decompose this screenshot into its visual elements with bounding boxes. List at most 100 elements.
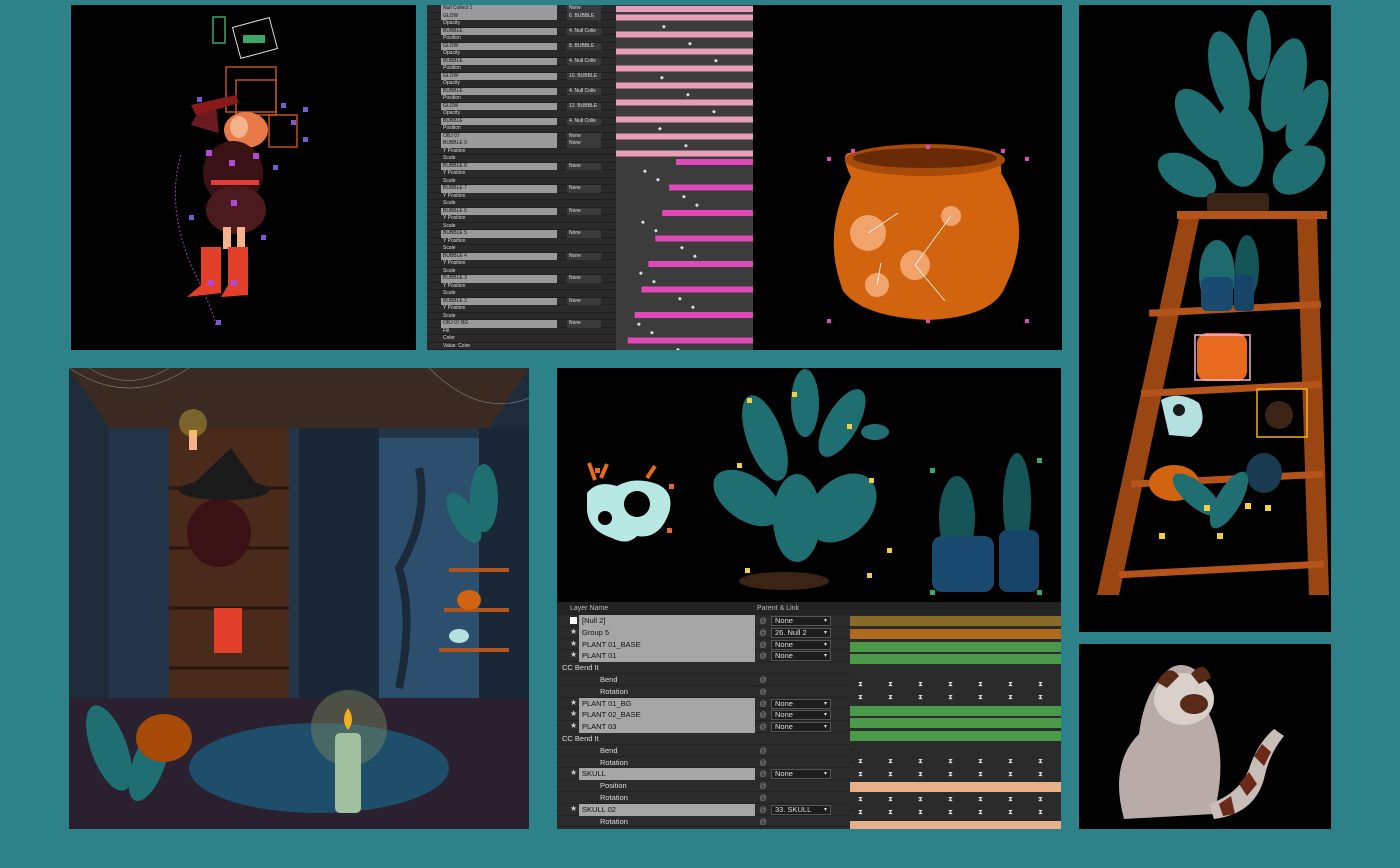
keyframe-marker[interactable]: ⧗: [948, 758, 953, 766]
pick-whip-icon[interactable]: @: [757, 757, 769, 769]
layer-duration-bar[interactable]: [850, 718, 1061, 729]
pick-whip-icon[interactable]: @: [757, 650, 769, 662]
pick-whip-icon[interactable]: @: [757, 709, 769, 721]
layer-duration-bar[interactable]: [850, 731, 1061, 742]
layer-duration-bar[interactable]: [655, 235, 753, 242]
keyframe-marker[interactable]: ◆: [652, 279, 656, 285]
keyframe-marker[interactable]: ⧗: [858, 809, 863, 817]
keyframe-marker[interactable]: ⧗: [1038, 681, 1043, 689]
keyframe-marker[interactable]: ◆: [654, 228, 658, 234]
keyframe-marker[interactable]: ◆: [658, 126, 662, 132]
layer-row[interactable]: GLOW 8. BUBBLE: [427, 42, 616, 50]
parent-select[interactable]: None ▾: [771, 651, 831, 662]
keyframe-marker[interactable]: ⧗: [888, 681, 893, 689]
keyframe-marker[interactable]: ⧗: [1038, 694, 1043, 702]
layer-duration-bar[interactable]: [676, 159, 753, 165]
keyframe-marker[interactable]: ⧗: [1038, 796, 1043, 804]
layer-duration-bar[interactable]: [850, 820, 1061, 829]
layer-duration-bar[interactable]: [616, 31, 753, 38]
timeline-panel-top[interactable]: Null Collect 1 None GLOW 6. BUBBLE Opacity BU…: [427, 5, 753, 350]
cauldron-rig-preview[interactable]: [753, 5, 1062, 350]
parent-select[interactable]: None ▾: [771, 710, 831, 721]
keyframe-marker[interactable]: ⧗: [1008, 771, 1013, 779]
property-row[interactable]: Scale: [427, 200, 616, 208]
layer-row[interactable]: BUBBLE 5 None: [427, 230, 616, 238]
keyframe-marker[interactable]: ◆: [693, 254, 697, 260]
shelf-ladder-preview[interactable]: [1079, 5, 1331, 632]
keyframe-marker[interactable]: ◆: [686, 92, 690, 98]
effect-row[interactable]: CC Bend It: [557, 662, 850, 674]
parent-select[interactable]: 6. BUBBLE: [567, 12, 601, 20]
keyframe-marker[interactable]: ⧗: [918, 681, 923, 689]
layer-row[interactable]: GLOW 12. BUBBLE: [427, 102, 616, 110]
keyframe-marker[interactable]: ⧗: [918, 771, 923, 779]
parent-select[interactable]: 10. BUBBLE: [567, 72, 601, 80]
property-row[interactable]: Y Position: [427, 170, 616, 178]
keyframe-marker[interactable]: ⧗: [948, 771, 953, 779]
property-row[interactable]: Y Position: [427, 238, 616, 245]
keyframe-marker[interactable]: ⧗: [888, 809, 893, 817]
layer-list[interactable]: [Null 2] @ None ▾ ★ Group 5 @26. Null 2 ▾ ★ PLANT…: [557, 615, 850, 828]
keyframe-marker[interactable]: ◆: [680, 245, 684, 251]
layer-duration-bar[interactable]: [662, 210, 753, 216]
parent-select[interactable]: None: [567, 140, 601, 148]
layer-duration-bar[interactable]: [850, 628, 1061, 639]
keyframe-marker[interactable]: ⧗: [948, 681, 953, 689]
layer-row[interactable]: BUBBLE 6 None: [427, 207, 616, 215]
property-row[interactable]: Rotation @: [557, 792, 850, 804]
property-row[interactable]: Scale: [427, 245, 616, 253]
property-row[interactable]: Position: [427, 65, 616, 73]
layer-row[interactable]: Null Collect 1 None: [427, 5, 616, 13]
parent-select[interactable]: None: [567, 207, 601, 215]
parent-select[interactable]: None: [567, 230, 601, 238]
keyframe-marker[interactable]: ⧗: [978, 771, 983, 779]
keyframe-marker[interactable]: ⧗: [918, 809, 923, 817]
parent-select[interactable]: None: [567, 5, 601, 13]
parent-select[interactable]: 26. Null 2 ▾: [771, 627, 831, 638]
layer-duration-bar[interactable]: [634, 312, 753, 318]
layer-duration-bar[interactable]: [616, 116, 753, 123]
layer-duration-bar[interactable]: [616, 150, 753, 157]
layer-row[interactable]: BUBBLE 3 None: [427, 275, 616, 283]
property-row[interactable]: Opacity: [427, 80, 616, 88]
keyframe-marker[interactable]: ◆: [678, 296, 682, 302]
layer-name-column-header[interactable]: Layer Name: [570, 602, 608, 615]
layer-row[interactable]: BUBBLE 4. Null Colle: [427, 27, 616, 35]
keyframe-marker[interactable]: ◆: [695, 203, 699, 209]
keyframe-marker[interactable]: ⧗: [1008, 809, 1013, 817]
layer-duration-bar[interactable]: [669, 184, 753, 191]
property-row[interactable]: Bend @: [557, 674, 850, 686]
property-row[interactable]: Y Position: [427, 305, 616, 313]
pick-whip-icon[interactable]: @: [757, 627, 769, 639]
keyframe-marker[interactable]: ⧗: [888, 796, 893, 804]
keyframe-marker[interactable]: ⧗: [858, 681, 863, 689]
keyframe-marker[interactable]: ◆: [641, 220, 645, 226]
keyframe-marker[interactable]: ◆: [676, 347, 680, 350]
layer-row[interactable]: ★ PLANT 01_BG @ None ▾: [557, 697, 850, 710]
keyframe-marker[interactable]: ⧗: [1008, 758, 1013, 766]
parent-select[interactable]: 33. SKULL ▾: [771, 804, 831, 815]
pick-whip-icon[interactable]: @: [757, 674, 769, 686]
layer-row[interactable]: GLOW 10. BUBBLE: [427, 72, 616, 80]
keyframe-marker[interactable]: ⧗: [1008, 681, 1013, 689]
layer-duration-bar[interactable]: [850, 705, 1061, 716]
keyframe-bars[interactable]: ◆◆◆◆◆◆◆◆◆◆◆◆◆◆◆◆◆◆◆◆◆◆◆◆◆◆◆: [616, 5, 753, 350]
property-row[interactable]: Opacity: [427, 50, 616, 58]
keyframe-marker[interactable]: ⧗: [1038, 809, 1043, 817]
layer-list[interactable]: Null Collect 1 None GLOW 6. BUBBLE Opacity BU…: [427, 5, 616, 350]
layer-row[interactable]: ★ SKULL 02 @33. SKULL ▾: [557, 803, 850, 816]
keyframe-marker[interactable]: ◆: [682, 194, 686, 200]
keyframe-marker[interactable]: ⧗: [948, 809, 953, 817]
keyframe-marker[interactable]: ◆: [684, 143, 688, 149]
parent-select[interactable]: None: [567, 132, 601, 140]
property-row[interactable]: Opacity: [427, 110, 616, 118]
parent-select[interactable]: None ▾: [771, 722, 831, 733]
layer-duration-bar[interactable]: [627, 337, 753, 344]
layer-row[interactable]: BUBBLE 4. Null Colle: [427, 57, 616, 65]
property-row[interactable]: Fill: [427, 328, 616, 335]
keyframe-marker[interactable]: ⧗: [1038, 758, 1043, 766]
property-row[interactable]: Position: [427, 35, 616, 43]
keyframe-marker[interactable]: ⧗: [888, 694, 893, 702]
parent-select[interactable]: 4. Null Colle: [567, 27, 601, 35]
parent-select[interactable]: 4. Null Colle: [567, 117, 601, 125]
